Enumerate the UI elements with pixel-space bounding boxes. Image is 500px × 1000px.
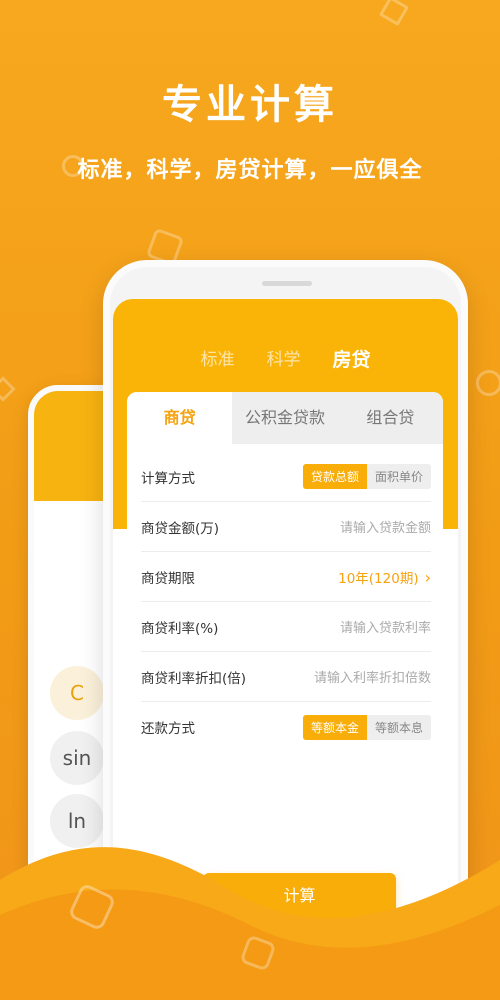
tab-standard[interactable]: 标准 (200, 345, 234, 372)
phone-speaker (262, 281, 312, 286)
hero-subtitle: 标准，科学，房贷计算，一应俱全 (77, 158, 423, 183)
option-area-price[interactable]: 面积单价 (367, 464, 431, 489)
bottom-wave-decoration (0, 847, 500, 1000)
tab-commercial-loan[interactable]: 商贷 (127, 392, 233, 444)
repayment-method-toggle: 等额本金 等额本息 (302, 714, 431, 740)
option-equal-principal[interactable]: 等额本金 (302, 714, 367, 740)
row-repayment-method: 还款方式 等额本金 等额本息 (141, 702, 431, 752)
option-total-loan[interactable]: 贷款总额 (302, 464, 367, 489)
calc-method-toggle: 贷款总额 面积单价 (302, 464, 431, 489)
rate-discount-label: 商贷利率折扣(倍) (141, 670, 247, 687)
tab-provident-fund-loan[interactable]: 公积金贷款 (232, 392, 337, 444)
key-clear[interactable]: C (50, 666, 104, 720)
loan-term-selector[interactable]: 10年(120期) › (338, 567, 431, 587)
decor-triangle-left (0, 376, 16, 402)
loan-term-value: 10年(120期) (338, 570, 419, 587)
tab-mortgage[interactable]: 房贷 (332, 345, 370, 372)
loan-term-label: 商贷期限 (141, 570, 195, 587)
key-sin[interactable]: sin (50, 731, 104, 785)
tab-scientific[interactable]: 科学 (266, 345, 300, 372)
loan-amount-label: 商贷金额(万) (141, 520, 220, 537)
tab-combined-loan[interactable]: 组合贷 (338, 392, 443, 444)
calc-method-label: 计算方式 (141, 470, 195, 487)
decor-circle-right (476, 370, 500, 396)
loan-rate-input[interactable]: 请输入贷款利率 (340, 617, 431, 636)
row-calc-method: 计算方式 贷款总额 面积单价 (141, 452, 431, 502)
row-loan-rate[interactable]: 商贷利率(%) 请输入贷款利率 (141, 602, 431, 652)
loan-type-tabs: 商贷 公积金贷款 组合贷 (127, 392, 443, 444)
chevron-right-icon: › (424, 567, 431, 587)
row-loan-term[interactable]: 商贷期限 10年(120期) › (141, 552, 431, 602)
mode-tabs: 标准 科学 房贷 (113, 345, 458, 372)
decor-triangle (378, 0, 410, 27)
option-equal-installment[interactable]: 等额本息 (367, 715, 431, 740)
hero-title: 专业计算 (162, 82, 338, 128)
rate-discount-input[interactable]: 请输入利率折扣倍数 (314, 667, 431, 686)
loan-rate-label: 商贷利率(%) (141, 620, 219, 637)
repayment-method-label: 还款方式 (141, 721, 195, 737)
row-loan-amount[interactable]: 商贷金额(万) 请输入贷款金额 (141, 502, 431, 552)
loan-amount-input[interactable]: 请输入贷款金额 (340, 517, 431, 536)
row-rate-discount[interactable]: 商贷利率折扣(倍) 请输入利率折扣倍数 (141, 652, 431, 702)
